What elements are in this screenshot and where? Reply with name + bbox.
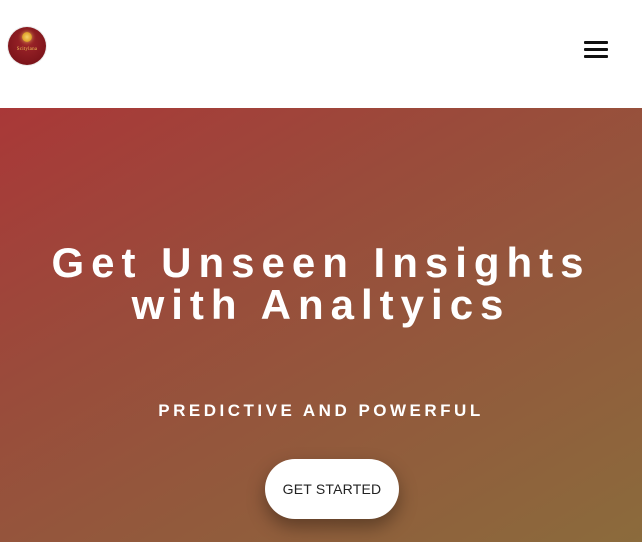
hero-title-line-2: with Analtyics: [131, 281, 511, 328]
landing-page: Scitylana Get Unseen Insights with Analt…: [0, 0, 642, 542]
sun-icon: [22, 32, 32, 42]
hero-title: Get Unseen Insights with Analtyics: [0, 242, 642, 326]
top-navigation-bar: Scitylana: [0, 0, 642, 108]
menu-bar-bottom: [584, 55, 608, 58]
hero-subtitle: PREDICTIVE AND POWERFUL: [158, 401, 484, 420]
logo-wordmark: Scitylana: [16, 47, 38, 52]
brand-logo[interactable]: Scitylana: [8, 27, 46, 65]
menu-bar-top: [584, 41, 608, 44]
hero-section: Get Unseen Insights with Analtyics PREDI…: [0, 108, 642, 542]
hamburger-menu-icon[interactable]: [582, 38, 610, 62]
get-started-button[interactable]: GET STARTED: [265, 459, 399, 519]
menu-bar-middle: [584, 48, 608, 51]
get-started-label: GET STARTED: [282, 481, 382, 497]
hero-title-line-1: Get Unseen Insights: [51, 239, 591, 286]
